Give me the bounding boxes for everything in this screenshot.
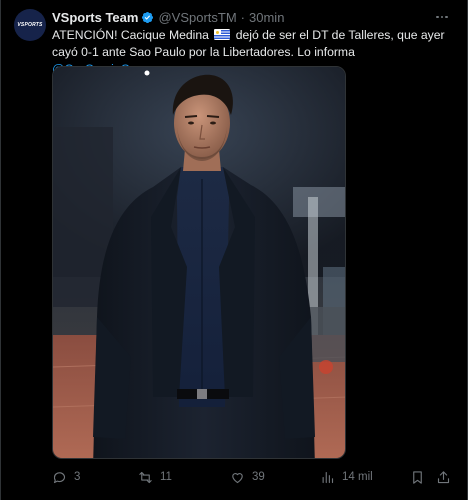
bookmark-button[interactable] xyxy=(410,468,425,486)
reply-icon xyxy=(53,471,65,483)
separator-dot: · xyxy=(240,9,246,25)
share-icon xyxy=(437,470,450,483)
heart-icon xyxy=(232,472,243,483)
more-options-icon[interactable] xyxy=(434,9,450,25)
reply-button[interactable]: 3 xyxy=(52,468,80,486)
retweet-icon xyxy=(139,471,152,483)
tweet-photo[interactable] xyxy=(52,66,346,459)
verified-badge-icon[interactable] xyxy=(141,11,154,24)
reply-count: 3 xyxy=(74,471,81,483)
handle[interactable]: @VSportsTM xyxy=(158,10,236,25)
views-button[interactable]: 14 mil xyxy=(320,468,373,486)
views-count: 14 mil xyxy=(342,471,373,483)
timestamp[interactable]: 30min xyxy=(249,10,284,25)
like-button[interactable]: 39 xyxy=(230,468,265,486)
retweet-count: 11 xyxy=(160,471,172,483)
retweet-button[interactable]: 11 xyxy=(138,468,172,486)
share-button[interactable] xyxy=(436,468,451,486)
coach-photo-image xyxy=(53,67,345,458)
tweet-card[interactable]: VSPORTS VSports Team @VSportsTM · 30min … xyxy=(0,0,468,500)
tweet-text-part1: ATENCIÓN! Cacique Medina xyxy=(52,28,209,42)
avatar[interactable]: VSPORTS xyxy=(14,9,46,41)
views-icon xyxy=(322,471,334,483)
bookmark-icon xyxy=(413,470,422,484)
uruguay-flag-icon xyxy=(214,29,231,40)
avatar-logo-text: VSPORTS xyxy=(17,22,43,28)
like-count: 39 xyxy=(252,471,265,483)
display-name[interactable]: VSports Team xyxy=(52,10,138,25)
tweet-header: VSports Team @VSportsTM · 30min xyxy=(52,9,284,25)
tweet-actions: 3 11 39 14 mil xyxy=(52,468,456,486)
